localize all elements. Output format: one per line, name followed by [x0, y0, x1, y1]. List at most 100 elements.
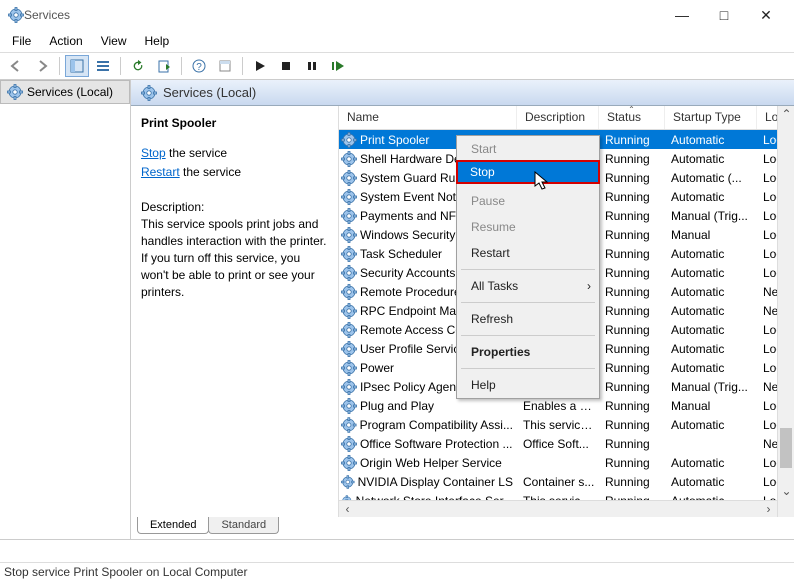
menu-view[interactable]: View	[93, 32, 135, 50]
service-status: Running	[599, 247, 665, 261]
gear-icon	[341, 246, 357, 262]
ctx-restart[interactable]: Restart	[457, 240, 599, 266]
service-row[interactable]: NVIDIA Display Container LSContainer s..…	[339, 472, 794, 491]
ctx-stop[interactable]: Stop	[456, 160, 600, 184]
service-name: Payments and NFC	[360, 209, 465, 223]
service-name: Office Software Protection ...	[360, 437, 513, 451]
service-status: Running	[599, 266, 665, 280]
show-hide-tree-button[interactable]	[65, 55, 89, 77]
tree-node-services-local[interactable]: Services (Local)	[0, 80, 130, 104]
service-status: Running	[599, 285, 665, 299]
service-name: Plug and Play	[360, 399, 434, 413]
ctx-resume: Resume	[457, 214, 599, 240]
properties-button[interactable]	[213, 55, 237, 77]
vertical-scrollbar[interactable]: ⌃ ⌄	[777, 106, 794, 517]
close-button[interactable]: ✕	[746, 7, 786, 24]
gear-icon	[341, 398, 357, 414]
ctx-help[interactable]: Help	[457, 372, 599, 398]
minimize-button[interactable]: —	[662, 7, 702, 24]
gear-icon	[341, 132, 357, 148]
back-button[interactable]	[4, 55, 28, 77]
gear-icon	[341, 208, 357, 224]
gear-icon	[341, 265, 357, 281]
menu-help[interactable]: Help	[137, 32, 178, 50]
maximize-button[interactable]: □	[704, 7, 744, 24]
gear-icon	[341, 360, 357, 376]
service-startup: Automatic	[665, 304, 757, 318]
gear-icon	[341, 170, 357, 186]
start-service-button[interactable]	[248, 55, 272, 77]
service-startup: Automatic	[665, 285, 757, 299]
ctx-start: Start	[457, 136, 599, 162]
service-startup: Automatic (...	[665, 171, 757, 185]
pause-service-button[interactable]	[300, 55, 324, 77]
stop-link[interactable]: Stop	[141, 146, 166, 160]
ctx-all-tasks[interactable]: All Tasks	[457, 273, 599, 299]
scroll-thumb[interactable]	[780, 428, 792, 468]
ctx-properties[interactable]: Properties	[457, 339, 599, 365]
service-status: Running	[599, 418, 665, 432]
gear-icon	[341, 227, 357, 243]
description-text: This service spools print jobs and handl…	[141, 216, 328, 300]
service-startup: Automatic	[665, 456, 757, 470]
service-row[interactable]: Office Software Protection ... Office Sof…	[339, 434, 794, 453]
app-icon	[8, 7, 24, 23]
col-description[interactable]: Description	[517, 106, 599, 129]
service-name: Remote Access Co	[360, 323, 462, 337]
col-name[interactable]: Name	[339, 106, 517, 129]
service-name: Power	[360, 361, 394, 375]
service-startup: Automatic	[665, 323, 757, 337]
service-startup: Manual	[665, 228, 757, 242]
status-bar: Stop service Print Spooler on Local Comp…	[0, 562, 794, 582]
service-status: Running	[599, 323, 665, 337]
selected-service-name: Print Spooler	[141, 116, 328, 130]
details-button[interactable]	[91, 55, 115, 77]
menubar: File Action View Help	[0, 30, 794, 52]
horizontal-scrollbar[interactable]: ‹ ›	[339, 500, 777, 517]
ctx-refresh[interactable]: Refresh	[457, 306, 599, 332]
gear-icon	[341, 455, 357, 471]
menu-action[interactable]: Action	[41, 32, 90, 50]
gear-icon	[341, 436, 357, 452]
gear-icon	[341, 322, 357, 338]
help-button[interactable]: ?	[187, 55, 211, 77]
svg-text:?: ?	[196, 62, 202, 73]
service-name: System Event Noti	[360, 190, 459, 204]
service-name: User Profile Service	[360, 342, 466, 356]
stop-service-button[interactable]	[274, 55, 298, 77]
col-status[interactable]: ⌃Status	[599, 106, 665, 129]
refresh-button[interactable]	[126, 55, 150, 77]
service-startup: Automatic	[665, 266, 757, 280]
context-menu: Start Stop Stop Pause Resume Restart All…	[456, 135, 600, 399]
service-name: Program Compatibility Assi...	[360, 418, 513, 432]
service-row[interactable]: Origin Web Helper ServiceRunningAutomati…	[339, 453, 794, 472]
tab-extended[interactable]: Extended	[137, 517, 209, 534]
tree-node-label: Services (Local)	[27, 85, 113, 99]
col-startup[interactable]: Startup Type	[665, 106, 757, 129]
scroll-right-icon[interactable]: ›	[760, 502, 777, 516]
tab-standard[interactable]: Standard	[208, 517, 279, 534]
gear-icon	[341, 474, 355, 490]
service-desc: Enables a c...	[517, 399, 599, 413]
export-button[interactable]	[152, 55, 176, 77]
service-status: Running	[599, 304, 665, 318]
service-name: IPsec Policy Agent	[360, 380, 459, 394]
restart-link[interactable]: Restart	[141, 165, 180, 179]
forward-button[interactable]	[30, 55, 54, 77]
service-row[interactable]: Program Compatibility Assi...This servic…	[339, 415, 794, 434]
service-status: Running	[599, 399, 665, 413]
content-header: Services (Local)	[131, 80, 794, 106]
service-startup: Automatic	[665, 418, 757, 432]
scroll-up-icon[interactable]: ⌃	[778, 106, 794, 123]
service-name: Windows Security	[360, 228, 455, 242]
menu-file[interactable]: File	[4, 32, 39, 50]
gear-icon	[341, 303, 357, 319]
service-status: Running	[599, 380, 665, 394]
service-startup: Automatic	[665, 133, 757, 147]
service-desc: Office Soft...	[517, 437, 599, 451]
scroll-down-icon[interactable]: ⌄	[778, 483, 794, 500]
service-status: Running	[599, 456, 665, 470]
restart-service-button[interactable]	[326, 55, 350, 77]
scroll-left-icon[interactable]: ‹	[339, 502, 356, 516]
service-desc: Container s...	[517, 475, 599, 489]
